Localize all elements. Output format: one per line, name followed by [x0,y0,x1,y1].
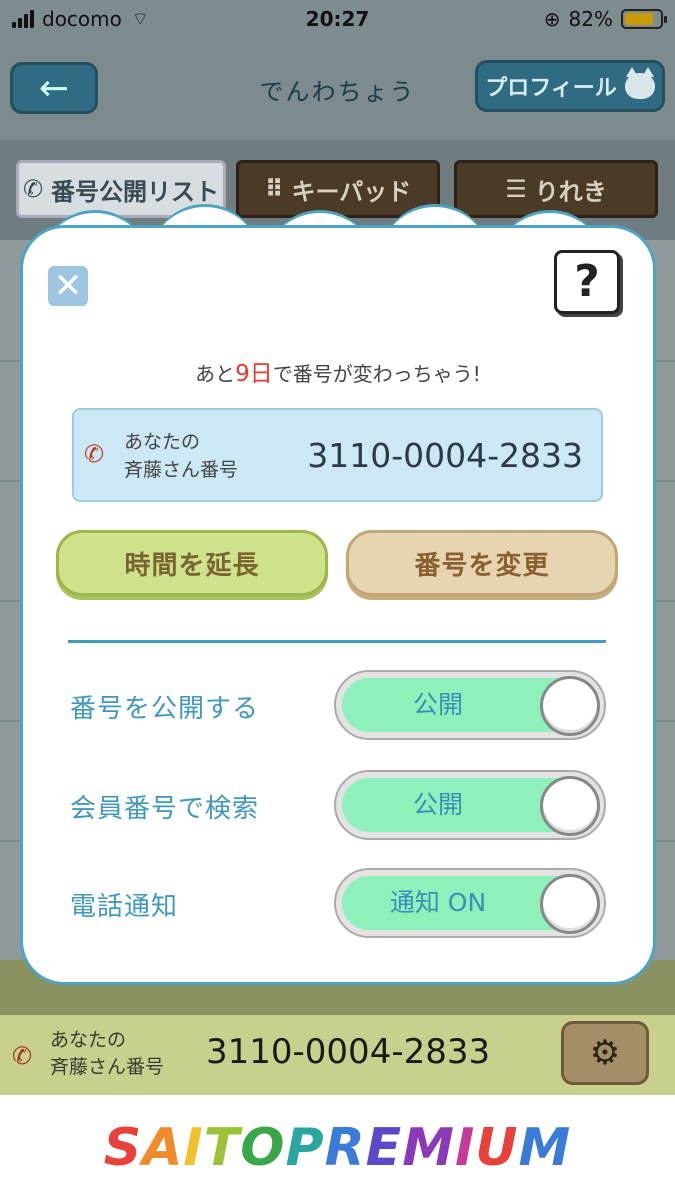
toggle-value: 公開 [412,790,463,819]
notice-days: 9日 [235,361,273,387]
logo-letter: O [240,1117,286,1178]
gear-icon: ⚙ [589,1033,621,1073]
saito-number-value: 3110-0004-2833 [307,436,583,475]
toggle-value: 公開 [412,690,463,719]
setting-label-call-notification: 電話通知 [70,892,179,922]
app-header: ← でんわちょう プロフィール [0,40,675,140]
toggle-value: 通知 ON [389,888,487,917]
profile-button-label: プロフィール [485,76,617,101]
cat-icon [624,67,655,99]
notice-suffix: で番号が変わっちゃう! [272,362,481,386]
setting-label-member-search: 会員番号で検索 [70,794,260,824]
number-label: あなたの 斉藤さん番号 [124,428,238,484]
bottom-number-value: 3110-0004-2833 [206,1032,491,1072]
settings-button[interactable]: ⚙ [561,1021,649,1085]
toggle-knob[interactable] [540,676,600,736]
bottom-number-label: あなたの 斉藤さん番号 [50,1027,164,1081]
change-number-button[interactable]: 番号を変更 [346,530,618,596]
toggle-member-search[interactable]: 公開 [334,770,606,840]
saito-number-box: ✆ あなたの 斉藤さん番号 3110-0004-2833 [72,408,603,502]
keypad-icon: ⠿ [264,175,284,203]
logo-letter: S [103,1117,143,1178]
number-label-line1: あなたの [124,431,201,453]
logo-letter: U [475,1117,519,1178]
logo-letter: I [183,1117,204,1178]
battery-fill [625,13,653,25]
expiry-notice: あと9日で番号が変わっちゃう! [20,354,656,388]
logo-letter: T [203,1117,241,1178]
logo-letter: M [518,1117,572,1178]
footer-banner[interactable]: SAITOPREMIUM [0,1095,675,1200]
logo-letter: E [365,1117,403,1178]
logo-letter: A [142,1117,184,1178]
logo-letter: P [285,1117,325,1178]
toggle-knob[interactable] [540,874,600,934]
number-label-line2: 斉藤さん番号 [124,459,239,481]
list-icon: ☰ [505,175,527,203]
phone-icon: ✆ [12,1042,33,1070]
logo-letter: I [454,1117,476,1178]
notice-prefix: あと [195,362,236,386]
profile-button[interactable]: プロフィール [475,60,665,112]
close-button[interactable]: ✕ [48,266,88,306]
status-bar: docomo ⌔ 20:27 ⊕ 82% [0,0,675,40]
battery-icon [621,9,667,29]
bottom-label-line1: あなたの [50,1029,127,1051]
toggle-call-notification[interactable]: 通知 ON [334,868,606,938]
bottom-number-bar: ✆ あなたの 斉藤さん番号 3110-0004-2833 ⚙ [0,1015,675,1095]
saito-premium-logo: SAITOPREMIUM [104,1118,572,1178]
help-button[interactable]: ? [554,250,620,314]
toggle-publish-number[interactable]: 公開 [334,670,606,740]
toggle-knob[interactable] [540,776,600,836]
phone-icon: ✆ [84,440,105,468]
status-right: ⊕ 82% [543,7,667,31]
setting-label-publish: 番号を公開する [70,694,260,724]
logo-letter: M [402,1117,455,1178]
phone-icon: ✆ [22,175,44,203]
section-divider [68,640,606,643]
bottom-label-line2: 斉藤さん番号 [50,1056,165,1078]
rotation-lock-icon: ⊕ [543,7,561,31]
logo-letter: R [324,1117,366,1178]
battery-percent: 82% [568,7,613,31]
extend-time-button[interactable]: 時間を延長 [56,530,328,596]
